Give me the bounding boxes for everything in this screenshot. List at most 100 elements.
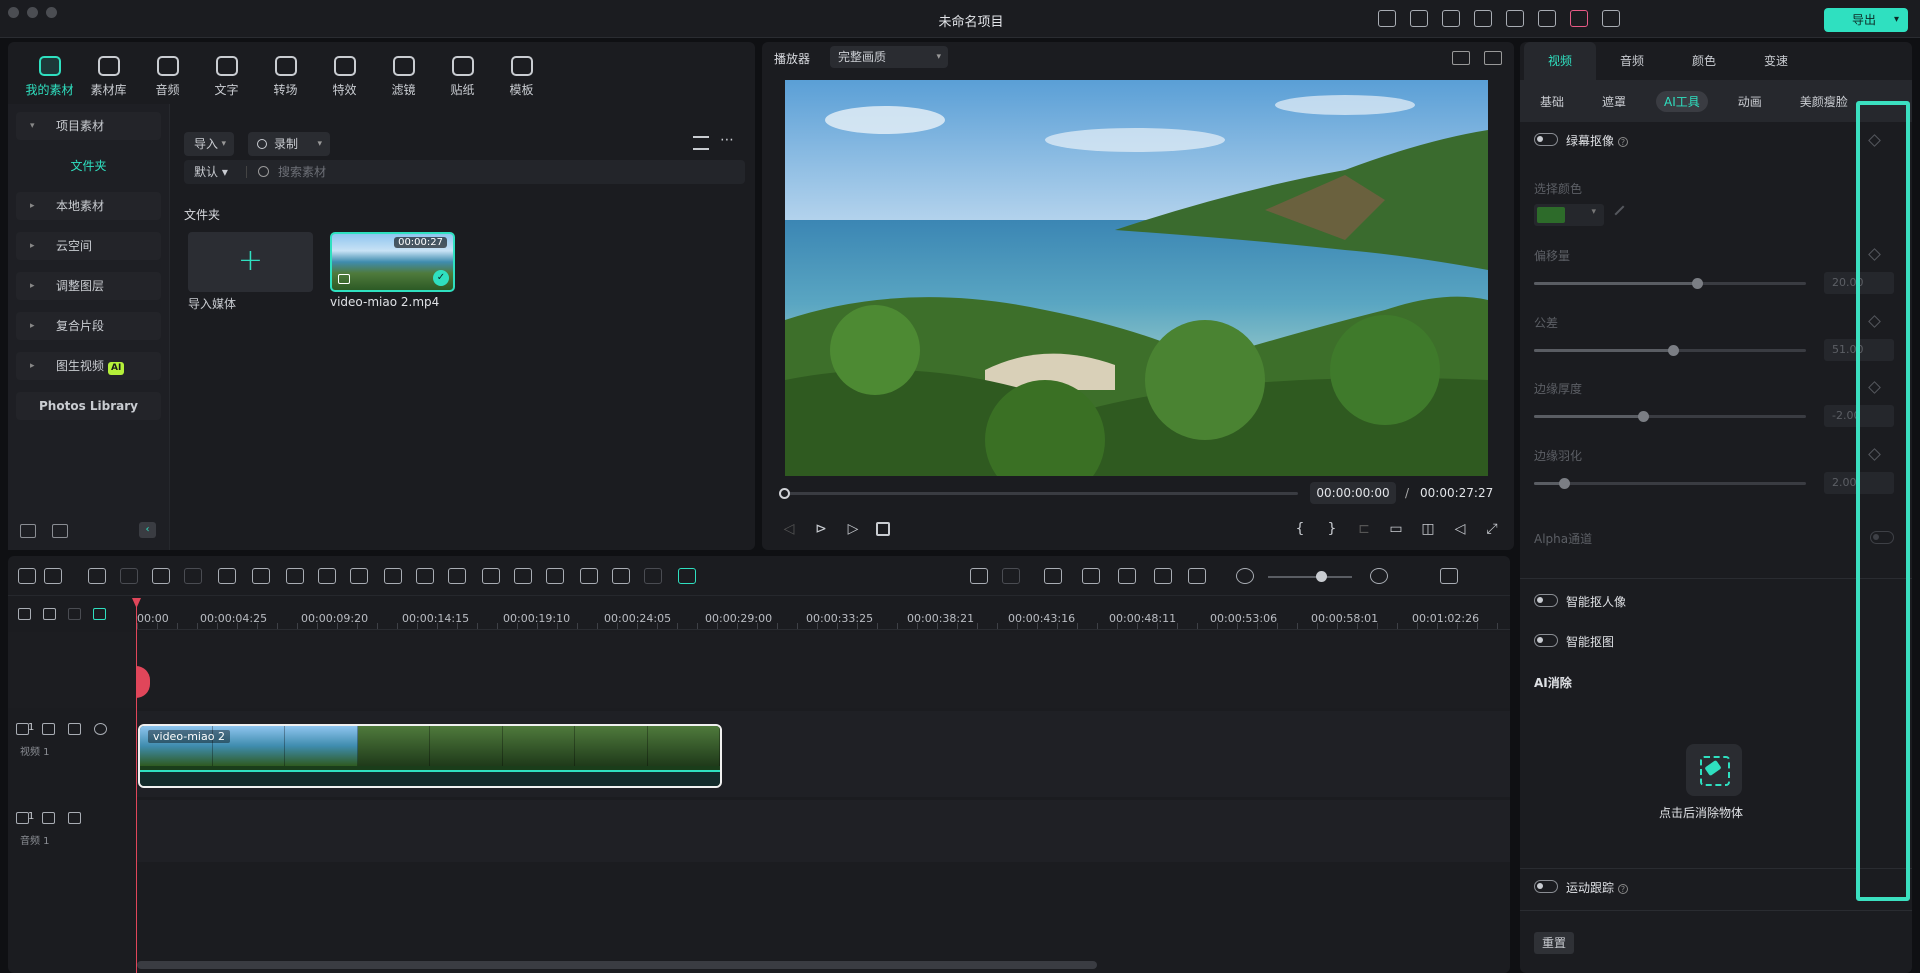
shield-icon[interactable] xyxy=(1044,568,1062,584)
record-dropdown[interactable]: 录制 ▾ xyxy=(248,132,330,156)
link-icon[interactable] xyxy=(678,568,696,584)
import-media-tile[interactable]: + xyxy=(188,232,313,292)
ai-erase-button[interactable] xyxy=(1686,744,1742,796)
search-input[interactable] xyxy=(278,160,718,184)
sidebar-item-adjustment-layer[interactable]: 调整图层 xyxy=(16,272,161,300)
volume-icon[interactable] xyxy=(68,723,81,735)
new-folder-icon[interactable] xyxy=(20,524,36,538)
tab-video[interactable]: 视频 xyxy=(1524,42,1596,80)
edge-feather-slider[interactable] xyxy=(1534,478,1806,489)
timer-icon[interactable] xyxy=(580,568,598,584)
video-preview[interactable] xyxy=(785,80,1488,476)
prev-frame-icon[interactable]: ◁ xyxy=(780,521,798,537)
tool-transition[interactable]: 转场 xyxy=(256,56,315,98)
zoom-out-icon[interactable] xyxy=(1236,568,1254,584)
sidebar-item-photos-library[interactable]: Photos Library xyxy=(16,392,161,420)
filmstrip-icon[interactable] xyxy=(644,568,662,584)
media-clip-thumbnail[interactable]: 00:00:27 ✓ xyxy=(330,232,455,292)
reset-button[interactable]: 重置 xyxy=(1534,932,1574,954)
export-button[interactable]: 导出 xyxy=(1824,8,1908,32)
tool-effects[interactable]: 特效 xyxy=(315,56,374,98)
tool-text[interactable]: 文字 xyxy=(197,56,256,98)
color-picker-dropdown[interactable]: ▾ xyxy=(1534,204,1604,226)
apps-grid-icon[interactable] xyxy=(1538,10,1556,27)
speed-icon[interactable] xyxy=(448,568,466,584)
tab-speed[interactable]: 变速 xyxy=(1740,42,1812,80)
motion-tracking-toggle[interactable] xyxy=(1534,880,1558,893)
text-icon[interactable] xyxy=(252,568,270,584)
sort-dropdown[interactable]: 默认 ▾ xyxy=(194,160,228,184)
subtab-basic[interactable]: 基础 xyxy=(1532,91,1572,112)
effects-icon[interactable] xyxy=(350,568,368,584)
timeline-video-clip[interactable]: video-miao 2 xyxy=(138,724,722,788)
filter-list-icon[interactable] xyxy=(693,136,709,150)
tool-stock[interactable]: 素材库 xyxy=(79,56,138,98)
picture-in-picture-icon[interactable] xyxy=(1154,568,1172,584)
eyedropper-icon[interactable] xyxy=(1614,205,1632,223)
chroma-key-toggle[interactable] xyxy=(1534,133,1558,146)
fit-icon[interactable] xyxy=(1188,568,1206,584)
add-track-icon[interactable] xyxy=(18,608,31,620)
tool-filters[interactable]: 滤镜 xyxy=(374,56,433,98)
slider-handle[interactable] xyxy=(1667,345,1679,356)
playback-scrubber[interactable] xyxy=(782,492,1298,495)
slider-handle[interactable] xyxy=(1637,411,1649,422)
tab-audio[interactable]: 音频 xyxy=(1596,42,1668,80)
lock-icon[interactable] xyxy=(42,723,55,735)
subtab-beauty[interactable]: 美颜瘦脸 xyxy=(1792,91,1856,112)
timeline-ruler[interactable]: 00:00 00:00:04:25 00:00:09:20 00:00:14:1… xyxy=(137,598,1510,630)
select-tool-icon[interactable] xyxy=(44,568,62,584)
folder-icon[interactable] xyxy=(52,524,68,538)
cut-icon[interactable] xyxy=(184,568,202,584)
sidebar-item-project-media[interactable]: 项目素材 xyxy=(16,112,161,140)
user-icon[interactable] xyxy=(1602,10,1620,27)
tool-audio[interactable]: 音频 xyxy=(138,56,197,98)
timeline-zoom-slider[interactable] xyxy=(1268,576,1352,578)
lock-icon[interactable] xyxy=(42,812,55,824)
edit-icon[interactable] xyxy=(546,568,564,584)
mark-out-icon[interactable]: } xyxy=(1322,521,1342,537)
edge-thickness-slider[interactable] xyxy=(1534,411,1806,422)
subtitle-icon[interactable] xyxy=(1118,568,1136,584)
stop-icon[interactable] xyxy=(876,522,890,536)
ai-tool-icon[interactable] xyxy=(514,568,532,584)
save-icon[interactable] xyxy=(1442,10,1460,27)
sidebar-item-local-media[interactable]: 本地素材 xyxy=(16,192,161,220)
sidebar-item-image-to-video[interactable]: 图生视频AI xyxy=(16,352,161,380)
more-icon[interactable]: ⋯ xyxy=(720,132,734,148)
image-icon[interactable] xyxy=(1484,51,1502,65)
sidebar-item-cloud[interactable]: 云空间 xyxy=(16,232,161,260)
help-icon[interactable]: ? xyxy=(1618,137,1629,147)
snap-icon[interactable] xyxy=(93,608,106,620)
help-icon[interactable]: ? xyxy=(1618,884,1629,894)
subtab-mask[interactable]: 遮罩 xyxy=(1594,91,1634,112)
step-back-icon[interactable]: ⊳ xyxy=(812,521,830,537)
eye-icon[interactable] xyxy=(94,723,107,735)
timeline-horizontal-scrollbar[interactable] xyxy=(137,961,1097,969)
slider-handle[interactable] xyxy=(1692,278,1704,289)
keyframe-icon[interactable] xyxy=(416,568,434,584)
subtab-animation[interactable]: 动画 xyxy=(1730,91,1770,112)
mark-in-icon[interactable]: { xyxy=(1290,521,1310,537)
tool-my-media[interactable]: 我的素材 xyxy=(20,56,79,98)
auto-edit-icon[interactable] xyxy=(970,568,988,584)
undo-icon[interactable] xyxy=(88,568,106,584)
subtab-ai-tools[interactable]: AI工具 xyxy=(1656,90,1708,112)
shape-icon[interactable] xyxy=(286,568,304,584)
tab-color[interactable]: 颜色 xyxy=(1668,42,1740,80)
tool-templates[interactable]: 模板 xyxy=(492,56,551,98)
fullscreen-icon[interactable] xyxy=(612,568,630,584)
color-icon[interactable] xyxy=(482,568,500,584)
track-layout-icon[interactable] xyxy=(68,608,81,620)
scrubber-handle[interactable] xyxy=(779,488,790,499)
zoom-slider-handle[interactable] xyxy=(1316,571,1327,582)
link-tracks-icon[interactable] xyxy=(43,608,56,620)
cloud-upload-icon[interactable] xyxy=(1474,10,1492,27)
layout-icon[interactable] xyxy=(1410,10,1428,27)
smart-cutout-portrait-toggle[interactable] xyxy=(1534,594,1558,607)
sidebar-item-folder[interactable]: 文件夹 xyxy=(16,152,161,180)
crop-icon[interactable] xyxy=(218,568,236,584)
mask-icon[interactable] xyxy=(318,568,336,584)
volume-icon[interactable] xyxy=(68,812,81,824)
marker-icon[interactable]: ⊏ xyxy=(1354,521,1374,537)
